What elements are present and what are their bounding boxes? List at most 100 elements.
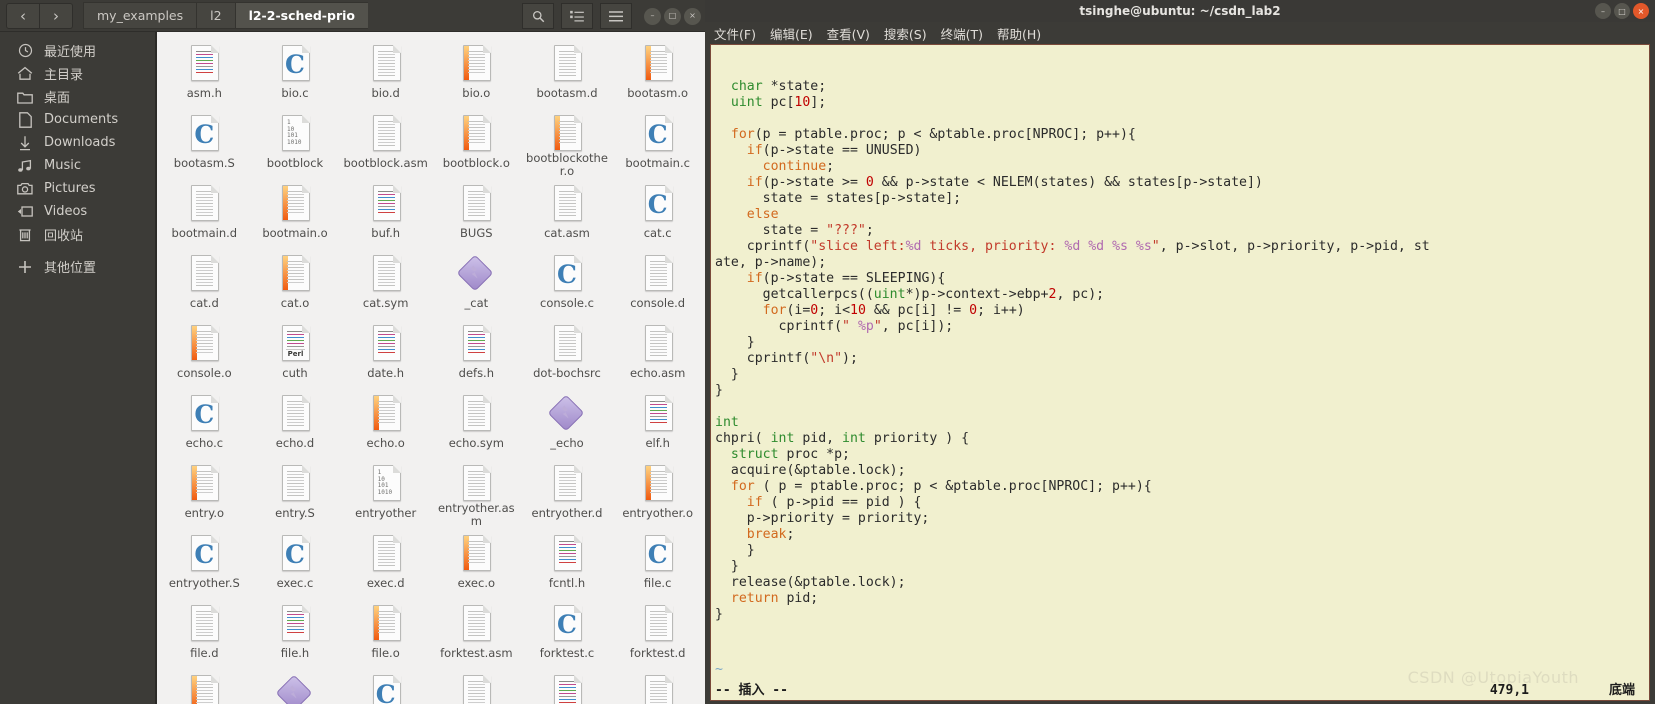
file-item[interactable]: 1 10 101 1010 entryother [340, 458, 431, 528]
file-item[interactable]: asm.h [159, 38, 250, 108]
file-item[interactable]: exec.d [340, 528, 431, 598]
vim-empty-line-marker: ~ [715, 662, 723, 677]
file-item[interactable]: Cecho.c [159, 388, 250, 458]
sidebar-item-camera[interactable]: Pictures [0, 177, 155, 200]
maximize-button[interactable]: □ [664, 7, 681, 25]
file-icon [182, 252, 226, 296]
file-item[interactable]: _echo [522, 388, 613, 458]
sidebar-item-document[interactable]: Documents [0, 108, 155, 131]
terminal-window-controls: – □ × [1592, 3, 1649, 19]
close-button[interactable]: × [1633, 3, 1649, 19]
vim-editor[interactable]: char *state; uint pc[10]; for(p = ptable… [710, 44, 1650, 701]
file-item[interactable]: bootasm.d [522, 38, 613, 108]
file-item[interactable]: Cbio.c [250, 38, 341, 108]
file-item[interactable]: Cconsole.c [522, 248, 613, 318]
file-item[interactable]: exec.o [431, 528, 522, 598]
places-divider [0, 246, 155, 255]
file-item[interactable]: forktest.o [159, 668, 250, 704]
hamburger-menu-icon[interactable] [600, 3, 632, 29]
file-item[interactable]: date.h [340, 318, 431, 388]
file-item[interactable]: fs.img [612, 668, 703, 704]
file-item[interactable]: bootmain.d [159, 178, 250, 248]
file-item[interactable]: forktest.asm [431, 598, 522, 668]
file-item[interactable]: 1 10 101 1010 bootblock [250, 108, 341, 178]
file-item[interactable]: cat.d [159, 248, 250, 318]
file-item[interactable]: echo.o [340, 388, 431, 458]
code-line: chpri( int pid, int priority ) { [715, 431, 970, 446]
file-item[interactable]: bootblockother.o [522, 108, 613, 178]
file-item[interactable]: bio.d [340, 38, 431, 108]
forward-button[interactable]: › [40, 2, 73, 29]
file-item[interactable]: Ccat.c [612, 178, 703, 248]
view-list-icon[interactable] [561, 3, 593, 29]
file-item[interactable]: cat.o [250, 248, 341, 318]
back-button[interactable]: ‹ [6, 2, 40, 29]
file-item[interactable]: bootmain.o [250, 178, 341, 248]
file-item[interactable]: fs.h [522, 668, 613, 704]
file-icon [636, 672, 680, 704]
file-item[interactable]: Perl cuth [250, 318, 341, 388]
sidebar-item-video[interactable]: Videos [0, 200, 155, 223]
file-item[interactable]: entry.o [159, 458, 250, 528]
file-item[interactable]: echo.sym [431, 388, 522, 458]
file-item[interactable]: fs.d [431, 668, 522, 704]
file-item[interactable]: dot-bochsrc [522, 318, 613, 388]
file-item[interactable]: _forktest [250, 668, 341, 704]
file-item[interactable]: cat.sym [340, 248, 431, 318]
menu-item-帮助H[interactable]: 帮助(H) [997, 24, 1041, 43]
minimize-button[interactable]: – [1595, 3, 1611, 19]
close-button[interactable]: × [684, 7, 701, 25]
file-item[interactable]: entryother.asm [431, 458, 522, 528]
file-icon [273, 462, 317, 506]
sidebar-item-download[interactable]: Downloads [0, 131, 155, 154]
file-item[interactable]: file.o [340, 598, 431, 668]
menu-item-文件F[interactable]: 文件(F) [714, 24, 756, 43]
breadcrumb-item-l2-2-sched-prio[interactable]: l2-2-sched-prio [234, 2, 368, 29]
file-item[interactable]: Cforktest.c [522, 598, 613, 668]
menu-item-搜索S[interactable]: 搜索(S) [884, 24, 927, 43]
file-item[interactable]: fcntl.h [522, 528, 613, 598]
file-item[interactable]: Cfile.c [612, 528, 703, 598]
sidebar-item-music[interactable]: Music [0, 154, 155, 177]
breadcrumb-item-my_examples[interactable]: my_examples [83, 2, 197, 29]
sidebar-item-clock[interactable]: 最近使用 [0, 39, 155, 62]
file-item[interactable]: buf.h [340, 178, 431, 248]
file-item[interactable]: entryother.o [612, 458, 703, 528]
file-item[interactable]: _cat [431, 248, 522, 318]
file-item[interactable]: Cfs.c [340, 668, 431, 704]
menu-item-编辑E[interactable]: 编辑(E) [770, 24, 813, 43]
sidebar-item-trash[interactable]: 回收站 [0, 223, 155, 246]
file-item[interactable]: bio.o [431, 38, 522, 108]
file-item[interactable]: Centryother.S [159, 528, 250, 598]
file-item[interactable]: console.o [159, 318, 250, 388]
file-item[interactable]: BUGS [431, 178, 522, 248]
menu-item-查看V[interactable]: 查看(V) [827, 24, 870, 43]
file-item[interactable]: defs.h [431, 318, 522, 388]
sidebar-item-home[interactable]: 主目录 [0, 62, 155, 85]
menu-item-终端T[interactable]: 终端(T) [941, 24, 983, 43]
file-item[interactable]: elf.h [612, 388, 703, 458]
sidebar-item-plus[interactable]: 其他位置 [0, 255, 155, 278]
file-item[interactable]: bootblock.o [431, 108, 522, 178]
maximize-button[interactable]: □ [1614, 3, 1630, 19]
file-item[interactable]: entryother.d [522, 458, 613, 528]
breadcrumb-item-l2[interactable]: l2 [196, 2, 235, 29]
file-item[interactable]: bootblock.asm [340, 108, 431, 178]
file-item[interactable]: console.d [612, 248, 703, 318]
file-item[interactable]: Cbootasm.S [159, 108, 250, 178]
file-item[interactable]: echo.d [250, 388, 341, 458]
sidebar-item-desktop-folder[interactable]: 桌面 [0, 85, 155, 108]
file-item[interactable]: echo.asm [612, 318, 703, 388]
file-item[interactable]: file.h [250, 598, 341, 668]
minimize-button[interactable]: – [644, 7, 661, 25]
file-item[interactable]: Cbootmain.c [612, 108, 703, 178]
file-item[interactable]: forktest.d [612, 598, 703, 668]
file-item[interactable]: entry.S [250, 458, 341, 528]
file-item[interactable]: Cexec.c [250, 528, 341, 598]
file-item[interactable]: cat.asm [522, 178, 613, 248]
file-item[interactable]: file.d [159, 598, 250, 668]
file-item[interactable]: bootasm.o [612, 38, 703, 108]
file-list-area[interactable]: asm.h Cbio.c bio.d bio.o bootasm.d bootasm.o C… [155, 32, 705, 704]
search-icon[interactable] [522, 3, 554, 29]
